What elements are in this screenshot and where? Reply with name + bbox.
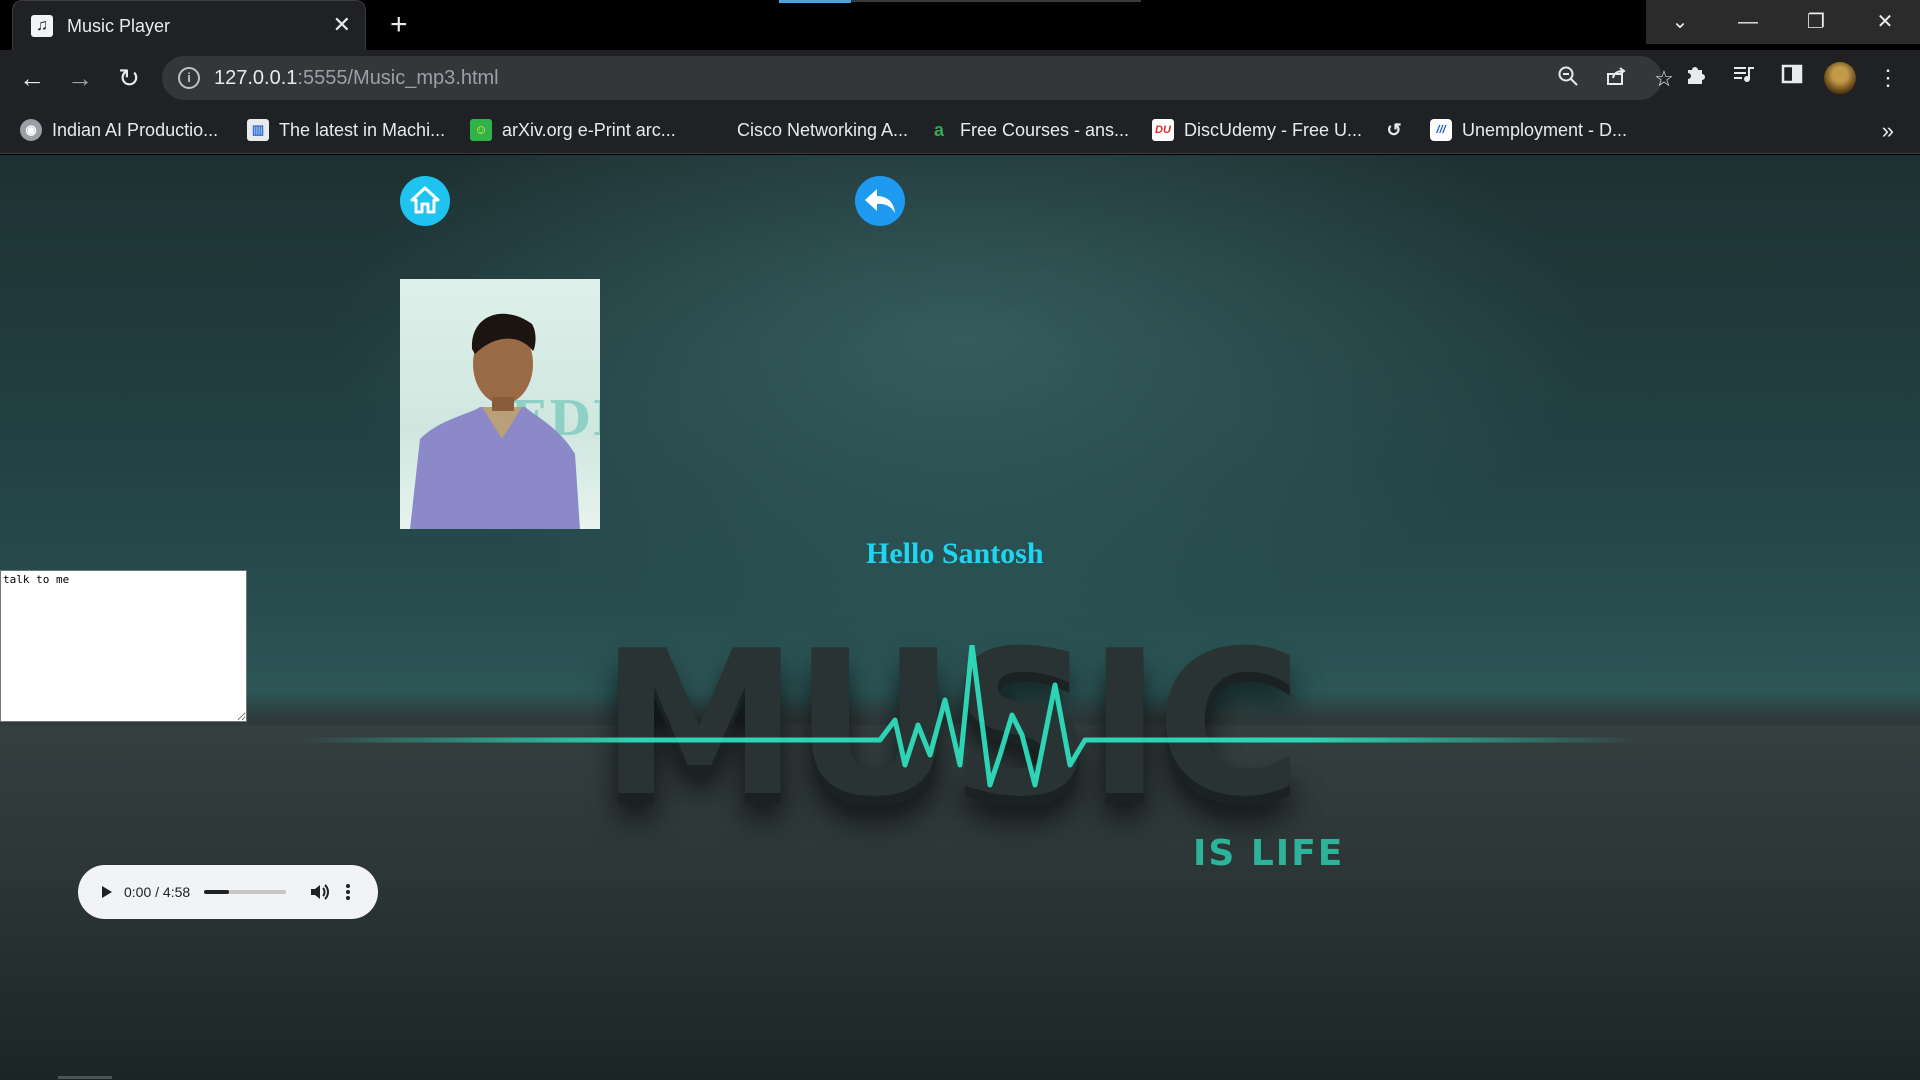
url-path: :5555/Music_mp3.html <box>297 67 499 89</box>
restore-button[interactable]: ❐ <box>1782 0 1850 44</box>
new-tab-button[interactable]: + <box>390 8 408 42</box>
volume-icon[interactable] <box>308 881 330 903</box>
side-panel-icon[interactable] <box>1776 62 1808 94</box>
bookmark-label: The latest in Machi... <box>279 119 446 140</box>
audio-player: 0:00 / 4:58 <box>78 865 378 919</box>
bookmark-item[interactable]: Cisco Networking A... <box>705 116 908 144</box>
bookmark-item[interactable]: /// Unemployment - D... <box>1430 116 1627 144</box>
bookmark-label: DiscUdemy - Free U... <box>1184 119 1363 140</box>
back-button[interactable]: ← <box>16 62 48 94</box>
bookmark-item[interactable]: DU DiscUdemy - Free U... <box>1152 116 1362 144</box>
reply-arrow-icon <box>865 189 895 213</box>
tab-search-button[interactable]: ⌄ <box>1646 0 1714 44</box>
heartbeat-line <box>300 645 1640 788</box>
letter-a-icon: a <box>933 120 944 140</box>
paper-icon: ▥ <box>247 119 269 141</box>
history-icon: ↺ <box>1386 120 1402 140</box>
talk-textarea[interactable]: talk to me <box>0 570 247 722</box>
tab-title: Music Player <box>67 16 171 36</box>
bookmark-star-icon[interactable]: ☆ <box>1650 65 1678 93</box>
forward-button[interactable]: → <box>64 62 96 94</box>
bookmark-item[interactable]: ◉ Indian AI Productio... <box>20 116 218 144</box>
audio-seek-slider[interactable] <box>204 890 287 894</box>
globe-icon: ◉ <box>20 119 42 141</box>
close-window-button[interactable]: ✕ <box>1850 0 1920 44</box>
extensions-icon[interactable] <box>1680 62 1712 94</box>
bookmark-label: Free Courses - ans... <box>960 119 1130 140</box>
back-page-button[interactable] <box>855 176 905 226</box>
close-tab-icon[interactable]: ✕ <box>333 12 351 38</box>
zoom-icon[interactable] <box>1554 65 1582 93</box>
browser-tab[interactable]: ♫ Music Player ✕ <box>12 0 366 50</box>
tab-strip: ♫ Music Player ✕ + ⌄ — ❐ ✕ <box>0 0 1920 50</box>
bookmark-label: Cisco Networking A... <box>737 119 909 140</box>
home-icon <box>410 186 440 214</box>
page-content: MUSIC IS LIFE EDI Hel <box>0 155 1920 1080</box>
bookmark-label: Unemployment - D... <box>1462 119 1628 140</box>
audio-seek-fill <box>204 890 229 894</box>
browser-toolbar: ← → ↻ i 127.0.0.1:5555/Music_mp3.html ☆ … <box>0 50 1920 106</box>
bookmarks-bar: ◉ Indian AI Productio... ▥ The latest in… <box>0 106 1920 154</box>
home-button[interactable] <box>400 176 450 226</box>
bookmarks-overflow-button[interactable]: » <box>1882 118 1894 144</box>
url-host: 127.0.0.1 <box>214 67 298 89</box>
play-icon[interactable] <box>96 882 116 902</box>
bookmark-item[interactable]: ↺ <box>1383 116 1405 144</box>
audio-more-icon[interactable] <box>340 881 356 903</box>
person-portrait <box>410 313 580 529</box>
bookmark-label: Indian AI Productio... <box>52 119 219 140</box>
bookmark-item[interactable]: a Free Courses - ans... <box>928 116 1129 144</box>
smiley-icon: ☺ <box>470 119 492 141</box>
music-note-icon: ♫ <box>31 15 53 37</box>
cisco-icon <box>705 119 727 141</box>
address-bar[interactable]: i 127.0.0.1:5555/Music_mp3.html ☆ <box>162 56 1674 100</box>
share-icon[interactable] <box>1602 65 1630 93</box>
bookmark-label: arXiv.org e-Print arc... <box>502 119 676 140</box>
reload-button[interactable]: ↻ <box>113 62 145 94</box>
audio-time: 0:00 / 4:58 <box>124 884 191 900</box>
bookmark-item[interactable]: ☺ arXiv.org e-Print arc... <box>470 116 676 144</box>
horizontal-scroll-indicator[interactable] <box>58 1076 112 1079</box>
greeting-text: Hello Santosh <box>866 537 1044 570</box>
tab-loading-track <box>851 0 1141 2</box>
profile-photo: EDI <box>400 279 600 529</box>
tab-loading-indicator <box>779 0 851 3</box>
site-info-icon[interactable]: i <box>178 67 200 89</box>
background-tagline: IS LIFE <box>1193 833 1345 874</box>
url-text[interactable]: 127.0.0.1:5555/Music_mp3.html <box>214 67 499 90</box>
bookmark-item[interactable]: ▥ The latest in Machi... <box>247 116 445 144</box>
bank-icon: /// <box>1430 119 1452 141</box>
kebab-menu-icon[interactable]: ⋮ <box>1872 62 1904 94</box>
du-icon: DU <box>1152 119 1174 141</box>
minimize-button[interactable]: — <box>1714 0 1782 44</box>
media-queue-icon[interactable] <box>1728 62 1760 94</box>
profile-avatar[interactable] <box>1824 62 1856 94</box>
